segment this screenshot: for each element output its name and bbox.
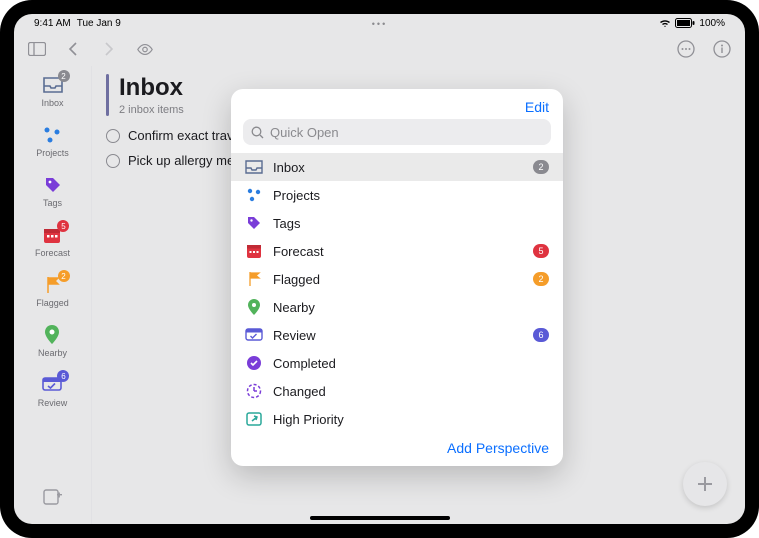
tags-icon xyxy=(42,174,64,196)
wifi-icon xyxy=(659,18,671,28)
sidebar-item-label: Flagged xyxy=(36,298,69,308)
plus-icon xyxy=(695,474,715,494)
high-priority-icon xyxy=(245,410,263,428)
eye-icon[interactable] xyxy=(136,40,154,58)
sidebar-item-flagged[interactable]: 2 Flagged xyxy=(36,274,69,308)
count-badge: 2 xyxy=(533,160,549,174)
count-badge: 6 xyxy=(533,328,549,342)
search-icon xyxy=(251,126,264,139)
sidebar-item-projects[interactable]: Projects xyxy=(36,124,69,158)
search-placeholder: Quick Open xyxy=(270,125,339,140)
inbox-icon xyxy=(245,158,263,176)
perspective-label: Forecast xyxy=(273,244,324,259)
perspective-label: Review xyxy=(273,328,316,343)
count-badge: 2 xyxy=(533,272,549,286)
nearby-icon xyxy=(245,298,263,316)
flagged-icon xyxy=(245,270,263,288)
perspective-item-completed[interactable]: Completed xyxy=(231,349,563,377)
sidebar-item-inbox[interactable]: 2 Inbox xyxy=(41,74,63,108)
perspective-label: Flagged xyxy=(273,272,320,287)
perspective-label: Changed xyxy=(273,384,326,399)
perspective-label: Tags xyxy=(273,216,300,231)
completed-icon xyxy=(245,354,263,372)
status-bar: 9:41 AM Tue Jan 9 ••• 100% xyxy=(14,14,745,32)
sidebar-item-label: Tags xyxy=(43,198,62,208)
sidebar-item-forecast[interactable]: 5 Forecast xyxy=(35,224,70,258)
tags-icon xyxy=(245,214,263,232)
perspective-item-review[interactable]: Review 6 xyxy=(231,321,563,349)
perspective-label: Projects xyxy=(273,188,320,203)
device-frame: 9:41 AM Tue Jan 9 ••• 100% xyxy=(0,0,759,538)
battery-icon xyxy=(675,18,695,28)
perspective-list: Inbox 2 Projects Tags Forecast 5 xyxy=(231,153,563,430)
multitasking-dots[interactable]: ••• xyxy=(372,19,387,29)
perspective-item-nearby[interactable]: Nearby xyxy=(231,293,563,321)
back-icon[interactable] xyxy=(64,40,82,58)
perspective-item-tags[interactable]: Tags xyxy=(231,209,563,237)
review-icon: 6 xyxy=(41,374,63,396)
flagged-icon: 2 xyxy=(42,274,64,296)
perspective-label: High Priority xyxy=(273,412,344,427)
perspective-label: Completed xyxy=(273,356,336,371)
quick-open-popover: Edit Quick Open Inbox 2 Projects Tags xyxy=(231,89,563,466)
screen: 9:41 AM Tue Jan 9 ••• 100% xyxy=(14,14,745,524)
perspective-label: Nearby xyxy=(273,300,315,315)
search-input[interactable]: Quick Open xyxy=(243,119,551,145)
sidebar-item-label: Review xyxy=(38,398,68,408)
quick-open-icon xyxy=(42,486,64,508)
perspective-item-flagged[interactable]: Flagged 2 xyxy=(231,265,563,293)
sidebar-toggle-icon[interactable] xyxy=(28,40,46,58)
perspective-item-forecast[interactable]: Forecast 5 xyxy=(231,237,563,265)
info-icon[interactable] xyxy=(713,40,731,58)
page-title: Inbox xyxy=(119,74,184,102)
forecast-icon xyxy=(245,242,263,260)
sidebar-item-label: Nearby xyxy=(38,348,67,358)
perspective-label: Inbox xyxy=(273,160,305,175)
forecast-icon: 5 xyxy=(41,224,63,246)
count-badge: 5 xyxy=(533,244,549,258)
toolbar xyxy=(14,32,745,66)
review-icon xyxy=(245,326,263,344)
home-indicator[interactable] xyxy=(310,516,450,520)
task-checkbox[interactable] xyxy=(106,129,120,143)
sidebar-item-label: Inbox xyxy=(41,98,63,108)
forward-icon[interactable] xyxy=(100,40,118,58)
sidebar-item-tags[interactable]: Tags xyxy=(42,174,64,208)
status-time: 9:41 AM xyxy=(34,18,71,29)
projects-icon xyxy=(245,186,263,204)
add-perspective-button[interactable]: Add Perspective xyxy=(231,430,563,466)
page-subtitle: 2 inbox items xyxy=(119,104,184,116)
task-checkbox[interactable] xyxy=(106,154,120,168)
inbox-icon: 2 xyxy=(42,74,64,96)
perspective-item-inbox[interactable]: Inbox 2 xyxy=(231,153,563,181)
sidebar-item-label: Projects xyxy=(36,148,69,158)
sidebar-item-label: Forecast xyxy=(35,248,70,258)
sidebar: 2 Inbox Projects Tags 5 Fo xyxy=(14,66,92,524)
sidebar-item-review[interactable]: 6 Review xyxy=(38,374,68,408)
edit-button[interactable]: Edit xyxy=(525,99,549,115)
sidebar-item-nearby[interactable]: Nearby xyxy=(38,324,67,358)
perspective-item-high-priority[interactable]: High Priority xyxy=(231,405,563,430)
perspective-item-projects[interactable]: Projects xyxy=(231,181,563,209)
sidebar-quick-open[interactable] xyxy=(42,486,64,508)
more-icon[interactable] xyxy=(677,40,695,58)
projects-icon xyxy=(41,124,63,146)
status-battery: 100% xyxy=(699,18,725,29)
changed-icon xyxy=(245,382,263,400)
nearby-icon xyxy=(41,324,63,346)
status-date: Tue Jan 9 xyxy=(77,18,121,29)
perspective-item-changed[interactable]: Changed xyxy=(231,377,563,405)
new-item-button[interactable] xyxy=(683,462,727,506)
